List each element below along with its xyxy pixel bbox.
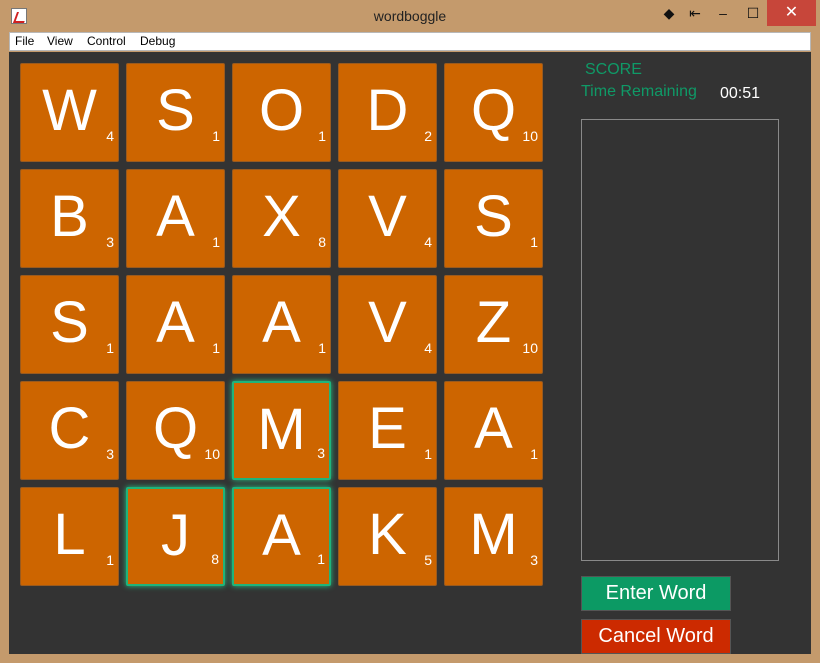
letter-tile[interactable]: D2 <box>338 63 437 162</box>
tile-letter: O <box>258 78 305 143</box>
letter-tile[interactable]: A1 <box>444 381 543 480</box>
letter-tile[interactable]: J8 <box>126 487 225 586</box>
letter-tile[interactable]: Q 10 <box>444 63 543 162</box>
letter-tile[interactable]: V4 <box>338 275 437 374</box>
letter-tile[interactable]: A1 <box>126 275 225 374</box>
tile-letter: K <box>368 502 407 567</box>
letter-tile[interactable]: Q 10 <box>126 381 225 480</box>
tile-letter: M <box>257 397 306 462</box>
menu-control[interactable]: Control <box>87 34 126 48</box>
tile-letter: X <box>262 184 301 249</box>
tile-points: 1 <box>106 552 114 568</box>
tile-points: 5 <box>424 552 432 568</box>
letter-tile[interactable]: S1 <box>126 63 225 162</box>
menu-file[interactable]: File <box>15 34 34 48</box>
tile-points: 1 <box>318 128 326 144</box>
cancel-word-button[interactable]: Cancel Word <box>581 619 731 654</box>
tile-letter: V <box>368 290 407 355</box>
tile-points: 8 <box>318 234 326 250</box>
tile-letter: W <box>42 78 97 143</box>
letter-tile[interactable]: X8 <box>232 169 331 268</box>
tile-points: 3 <box>106 234 114 250</box>
letter-tile[interactable]: C3 <box>20 381 119 480</box>
tile-letter: M <box>469 502 518 567</box>
score-label: SCORE <box>585 61 642 78</box>
time-remaining-value: 00:51 <box>720 85 761 102</box>
title-bar: wordboggle ◆ ⇤ – ☐ ✕ <box>0 0 820 32</box>
enter-word-button[interactable]: Enter Word <box>581 576 731 611</box>
tile-letter: B <box>50 184 89 249</box>
letter-tile[interactable]: B3 <box>20 169 119 268</box>
tile-points: 1 <box>318 340 326 356</box>
tile-points: 10 <box>522 340 538 356</box>
tile-letter: L <box>53 502 86 567</box>
tile-points: 10 <box>522 128 538 144</box>
tile-points: 2 <box>424 128 432 144</box>
tile-points: 8 <box>211 551 219 567</box>
tile-points: 1 <box>106 340 114 356</box>
tile-points: 3 <box>530 552 538 568</box>
tile-points: 1 <box>530 234 538 250</box>
time-remaining-label: Time Remaining <box>581 83 697 100</box>
tile-points: 1 <box>424 446 432 462</box>
letter-tile[interactable]: Z 10 <box>444 275 543 374</box>
word-list[interactable] <box>581 119 779 561</box>
letter-tile[interactable]: S1 <box>444 169 543 268</box>
tile-points: 3 <box>317 445 325 461</box>
tile-points: 4 <box>424 340 432 356</box>
letter-tile[interactable]: L1 <box>20 487 119 586</box>
tile-letter: S <box>156 78 195 143</box>
letter-tile[interactable]: O1 <box>232 63 331 162</box>
tile-points: 1 <box>212 128 220 144</box>
letter-tile[interactable]: E1 <box>338 381 437 480</box>
tile-points: 4 <box>106 128 114 144</box>
tile-letter: J <box>161 503 190 568</box>
tile-letter: S <box>50 290 89 355</box>
maximize-button[interactable]: ☐ <box>739 0 767 26</box>
restore-side-icon[interactable]: ⇤ <box>681 0 709 26</box>
letter-tile[interactable]: A1 <box>126 169 225 268</box>
tile-letter: A <box>156 290 195 355</box>
letter-tile[interactable]: W4 <box>20 63 119 162</box>
tile-points: 1 <box>317 551 325 567</box>
tile-points: 1 <box>530 446 538 462</box>
menu-debug[interactable]: Debug <box>140 34 175 48</box>
letter-tile[interactable]: K5 <box>338 487 437 586</box>
letter-tile[interactable]: M3 <box>444 487 543 586</box>
tile-letter: A <box>156 184 195 249</box>
app-window: wordboggle ◆ ⇤ – ☐ ✕ File View Control D… <box>0 0 820 663</box>
tile-letter: D <box>366 78 409 143</box>
letter-tile[interactable]: S1 <box>20 275 119 374</box>
tile-letter: E <box>368 396 407 461</box>
tile-letter: A <box>474 396 513 461</box>
tile-letter: A <box>262 290 301 355</box>
tile-points: 1 <box>212 234 220 250</box>
close-button[interactable]: ✕ <box>767 0 816 26</box>
tile-points: 3 <box>106 446 114 462</box>
minimize-button[interactable]: – <box>709 0 737 26</box>
letter-tile[interactable]: M3 <box>232 381 331 480</box>
letter-tile[interactable]: A1 <box>232 275 331 374</box>
tile-letter: A <box>262 503 301 568</box>
tile-points: 1 <box>212 340 220 356</box>
resize-arrows-icon[interactable]: ◆ <box>655 0 683 26</box>
tile-letter: S <box>474 184 513 249</box>
tile-points: 4 <box>424 234 432 250</box>
menu-bar: File View Control Debug <box>9 32 811 51</box>
tile-letter: C <box>48 396 91 461</box>
letter-tile[interactable]: V4 <box>338 169 437 268</box>
menu-view[interactable]: View <box>47 34 73 48</box>
tile-letter: V <box>368 184 407 249</box>
letter-tile[interactable]: A1 <box>232 487 331 586</box>
tile-points: 10 <box>204 446 220 462</box>
